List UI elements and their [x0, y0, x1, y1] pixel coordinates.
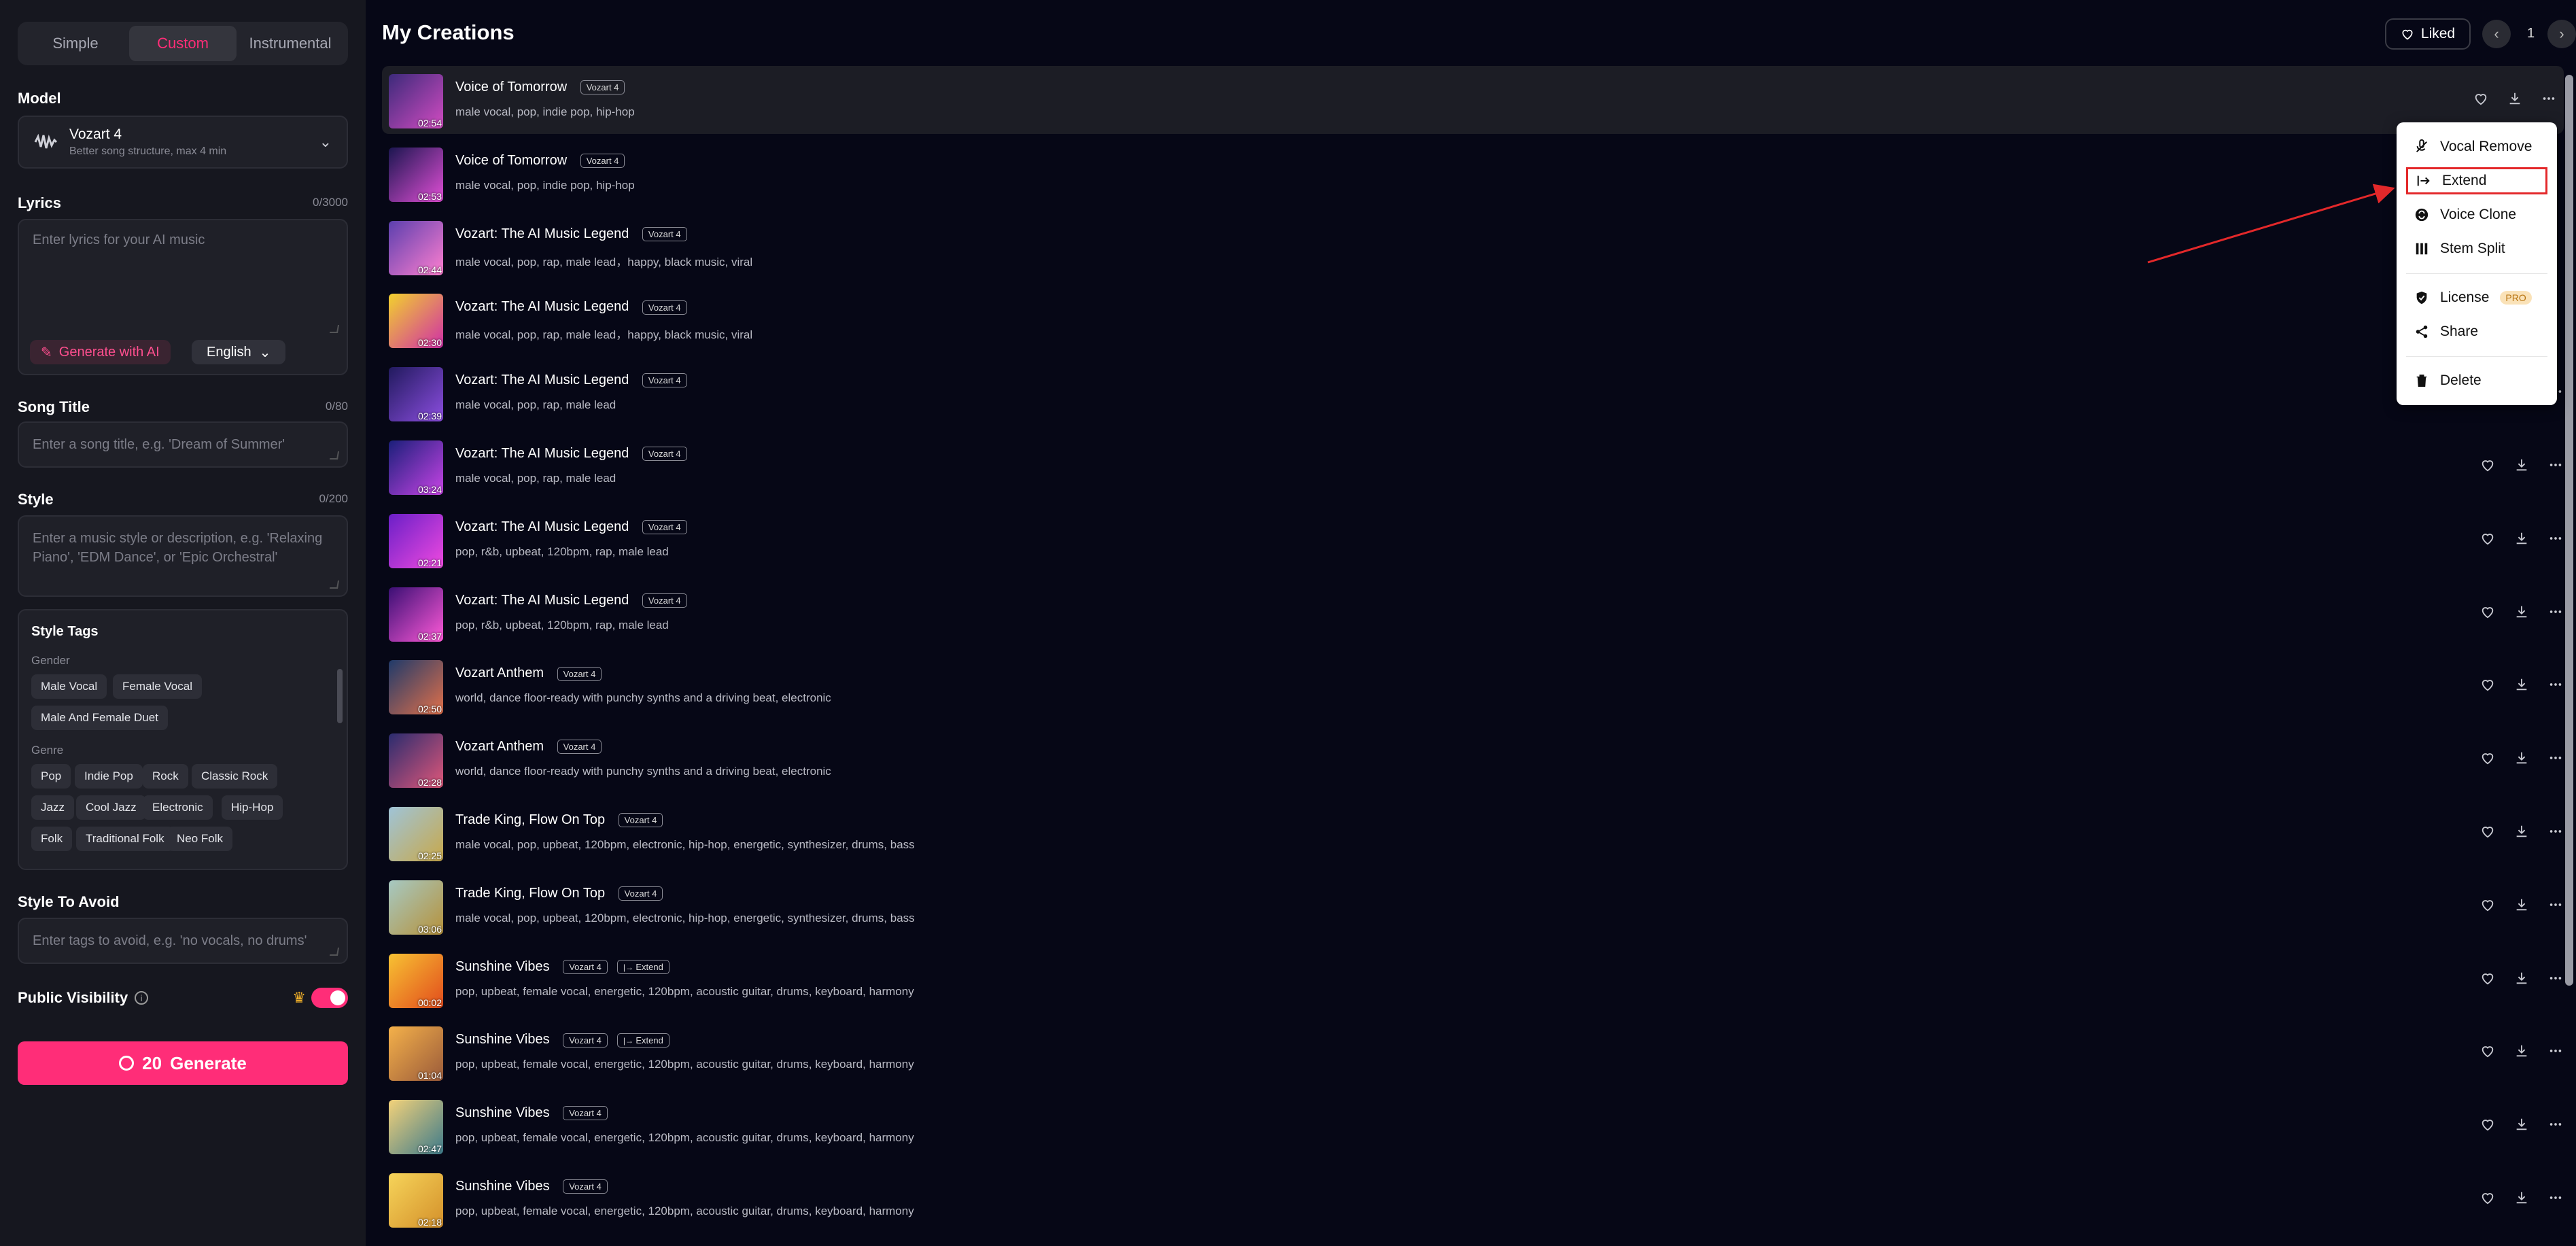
annotation-arrow — [2147, 184, 2395, 264]
